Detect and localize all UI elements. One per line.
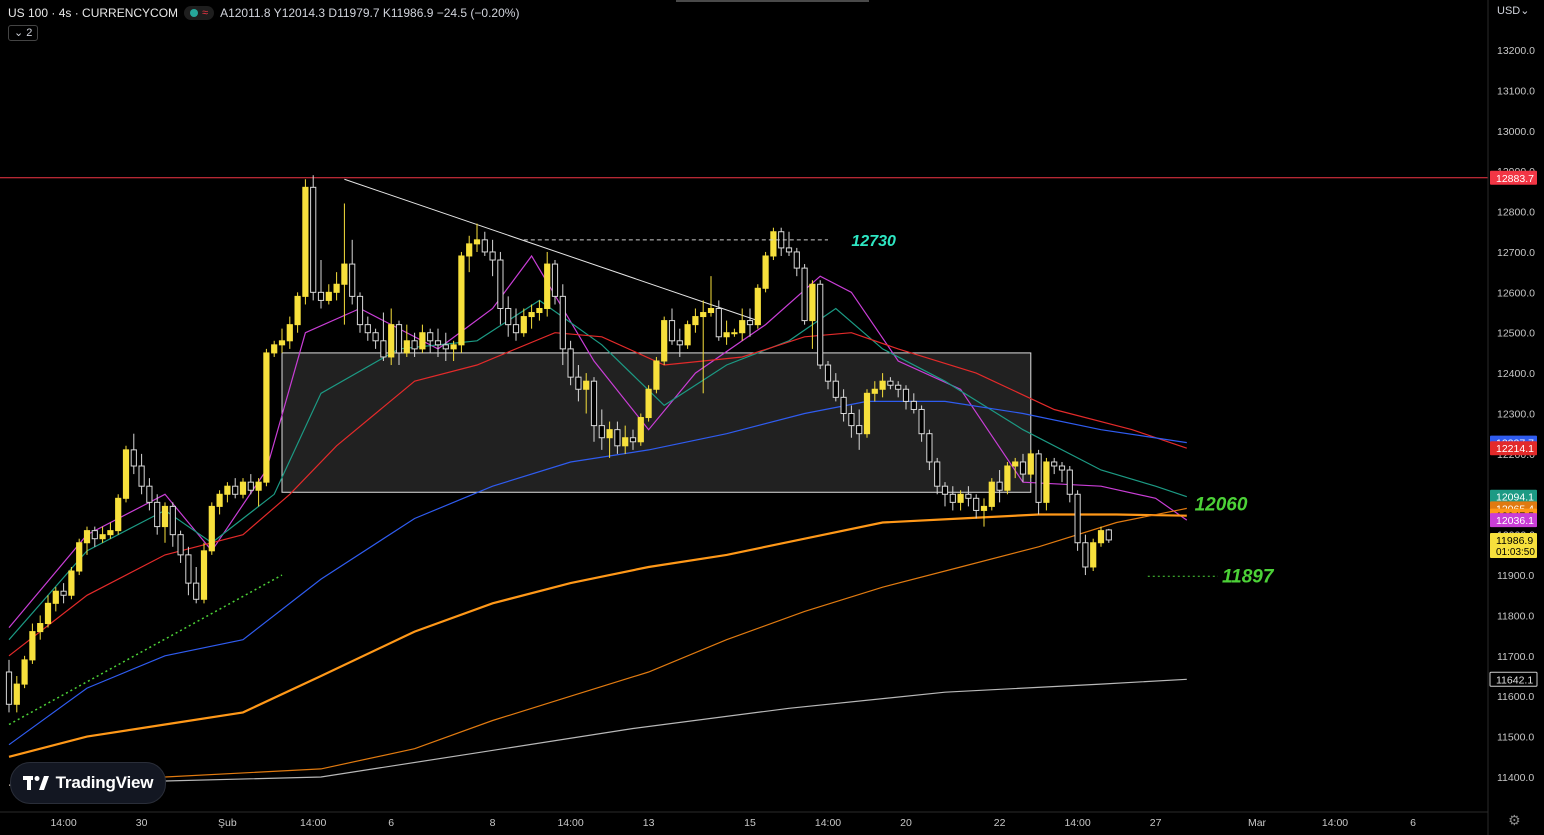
x-tick-label: 14:00 [1064, 817, 1090, 829]
status-pill[interactable]: ≈ [184, 6, 215, 20]
y-tick-label: 12600.0 [1497, 287, 1535, 299]
gear-icon[interactable]: ⚙ [1508, 812, 1521, 829]
ema-price-badge: 12214.1 [1496, 443, 1534, 455]
x-tick-label: 8 [490, 817, 496, 829]
candle[interactable] [208, 502, 215, 555]
x-tick-label: Mar [1248, 817, 1267, 829]
x-tick-label: 6 [388, 817, 394, 829]
x-tick-label: 30 [136, 817, 148, 829]
candle[interactable] [653, 356, 660, 394]
price-annotation[interactable]: 12730 [851, 233, 896, 250]
candle[interactable] [115, 494, 122, 535]
candle[interactable] [76, 538, 83, 576]
candle[interactable] [801, 264, 808, 325]
equals-icon: ≈ [202, 7, 209, 19]
candle[interactable] [1004, 461, 1011, 495]
x-tick-label: 13 [643, 817, 655, 829]
price-annotation[interactable]: 11897 [1222, 566, 1275, 587]
tradingview-logo-text: TradingView [55, 773, 154, 792]
y-tick-label: 12400.0 [1497, 368, 1535, 380]
y-tick-label: 12700.0 [1497, 247, 1535, 259]
x-tick-label: 14:00 [1322, 817, 1348, 829]
x-tick-label: 6 [1410, 817, 1416, 829]
y-tick-label: 12300.0 [1497, 409, 1535, 421]
x-tick-label: 15 [744, 817, 756, 829]
candle[interactable] [1043, 457, 1050, 511]
y-tick-label: 13000.0 [1497, 126, 1535, 138]
price-annotation[interactable]: 12060 [1195, 494, 1248, 515]
x-tick-label: 14:00 [815, 817, 841, 829]
price-chart[interactable]: 12730120601189713200.013100.013000.01290… [0, 0, 1544, 835]
candle[interactable] [762, 251, 769, 293]
y-tick-label: 11900.0 [1497, 570, 1534, 582]
y-tick-label: 11500.0 [1497, 732, 1534, 744]
candle[interactable] [637, 413, 644, 446]
y-tick-label: 12800.0 [1497, 207, 1535, 219]
x-tick-label: 14:00 [50, 817, 76, 829]
tradingview-mark-icon [22, 776, 49, 790]
currency-selector[interactable]: USD⌄ [1497, 4, 1529, 17]
candle[interactable] [122, 445, 130, 503]
y-tick-label: 12500.0 [1497, 328, 1535, 340]
ema-price-badge: 11642.1 [1496, 674, 1533, 686]
x-tick-label: 14:00 [557, 817, 583, 829]
resistance-price-badge: 12883.7 [1496, 173, 1534, 185]
candle[interactable] [661, 316, 668, 366]
candle[interactable] [754, 284, 761, 329]
y-tick-label: 11700.0 [1497, 651, 1534, 663]
x-tick-label: 22 [994, 817, 1006, 829]
y-tick-label: 13100.0 [1497, 85, 1535, 97]
countdown-timer: 01:03:50 [1496, 547, 1535, 558]
candle[interactable] [770, 227, 777, 261]
candle[interactable] [310, 175, 317, 301]
market-open-icon [190, 9, 199, 17]
candle[interactable] [458, 251, 465, 353]
x-tick-label: 14:00 [300, 817, 326, 829]
candle[interactable] [200, 542, 208, 604]
candle[interactable] [68, 566, 75, 600]
candle[interactable] [1027, 449, 1034, 479]
tradingview-logo[interactable]: TradingView [10, 762, 166, 804]
x-tick-label: Şub [218, 817, 237, 829]
candle[interactable] [1090, 538, 1097, 572]
ema-price-badge: 12036.1 [1496, 515, 1534, 527]
time-scroll-indicator[interactable] [676, 0, 869, 2]
candle[interactable] [263, 348, 270, 487]
ohlc-values: A12011.8 Y12014.3 D11979.7 K11986.9 −24.… [220, 6, 520, 20]
candle[interactable] [863, 389, 871, 438]
last-price-badge: 11986.9 [1496, 535, 1533, 547]
candle[interactable] [988, 478, 995, 511]
y-tick-label: 11600.0 [1497, 691, 1534, 703]
candle[interactable] [302, 179, 309, 305]
x-tick-label: 20 [900, 817, 912, 829]
candle[interactable] [1074, 490, 1081, 551]
x-tick-label: 27 [1150, 817, 1162, 829]
y-tick-label: 11800.0 [1497, 610, 1534, 622]
y-tick-label: 11400.0 [1497, 772, 1534, 784]
candle[interactable] [684, 320, 691, 349]
collapse-indicators-button[interactable]: ⌄ 2 [8, 25, 39, 41]
symbol-title[interactable]: US 100 · 4s · CURRENCYCOM [8, 6, 178, 20]
chart-header: US 100 · 4s · CURRENCYCOM ≈ A12011.8 Y12… [8, 6, 519, 20]
candle[interactable] [817, 280, 824, 370]
y-tick-label: 13200.0 [1497, 45, 1535, 57]
candle[interactable] [21, 655, 28, 689]
candle[interactable] [645, 385, 652, 422]
